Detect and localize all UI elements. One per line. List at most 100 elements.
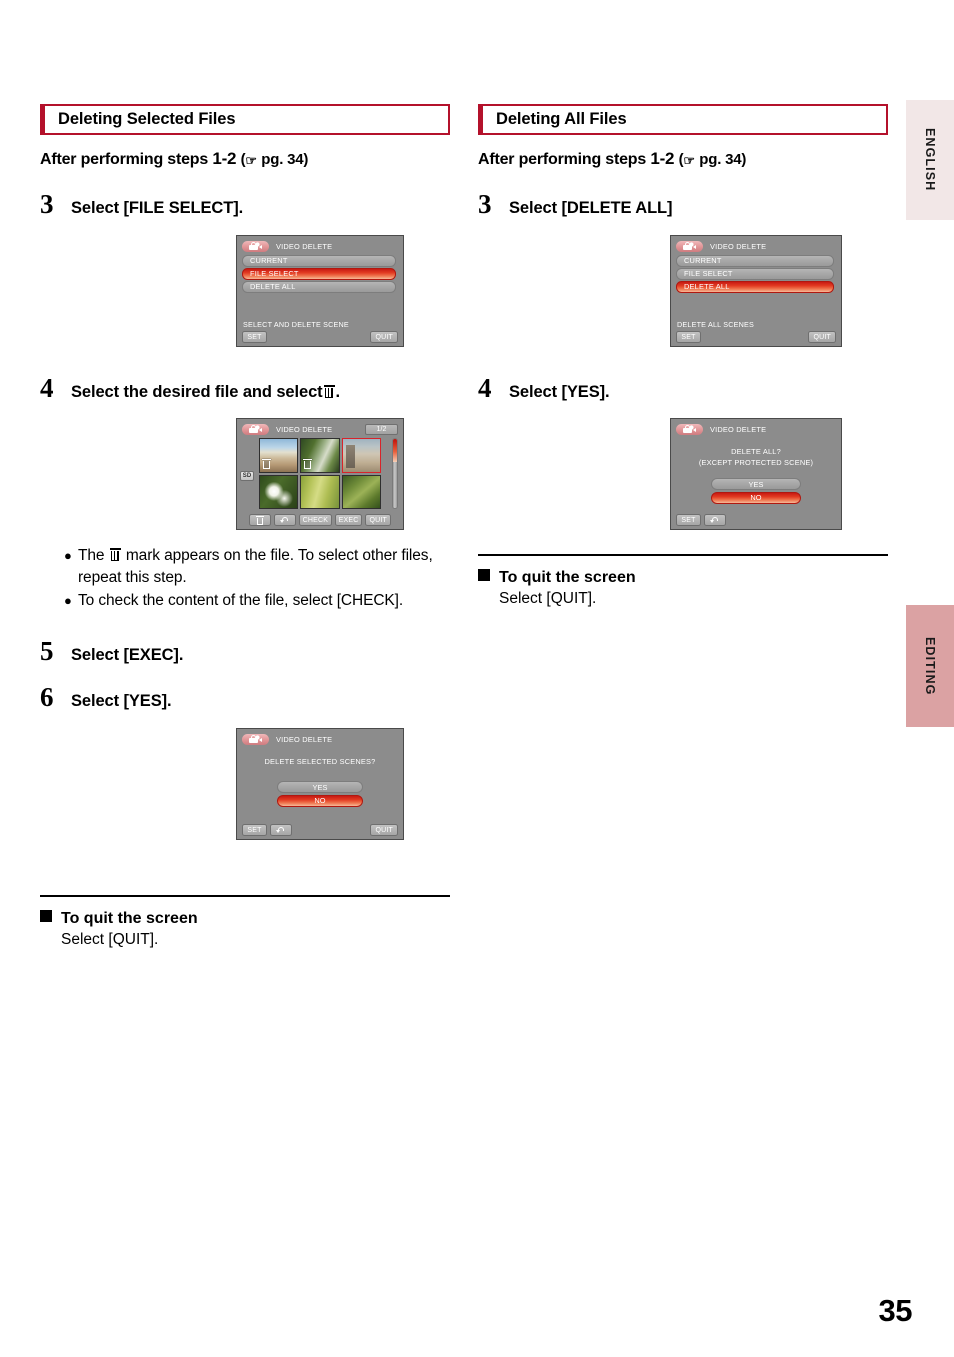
camcorder-icon bbox=[242, 734, 269, 745]
step-instruction-suffix: . bbox=[335, 383, 341, 401]
set-button[interactable]: SET bbox=[242, 331, 267, 343]
button-label: QUIT bbox=[369, 516, 387, 524]
menu-item-current[interactable]: CURRENT bbox=[676, 255, 834, 267]
set-button[interactable]: SET bbox=[676, 514, 701, 526]
step-instruction: Select the desired file and select. bbox=[71, 383, 340, 402]
menu-item-file-select[interactable]: FILE SELECT bbox=[242, 268, 396, 280]
note-item: ● The mark appears on the file. To selec… bbox=[64, 545, 450, 589]
menu-item-label: CURRENT bbox=[684, 256, 722, 266]
menu-item-label: FILE SELECT bbox=[684, 269, 733, 279]
page-reference: pg. 34 bbox=[261, 151, 304, 168]
divider-rule bbox=[40, 895, 450, 897]
check-button[interactable]: CHECK bbox=[299, 514, 332, 526]
thumbnail-item[interactable] bbox=[259, 474, 299, 509]
step-number: 4 bbox=[478, 373, 492, 403]
side-tab-editing: EDITING bbox=[906, 605, 954, 727]
thumbnail-image-grass bbox=[301, 475, 339, 508]
step-4: 4 Select [YES]. bbox=[478, 375, 888, 402]
quit-button[interactable]: QUIT bbox=[370, 824, 398, 836]
exec-button[interactable]: EXEC bbox=[334, 514, 363, 526]
lcd-header: VIDEO DELETE bbox=[676, 424, 836, 435]
delete-button[interactable] bbox=[249, 514, 271, 526]
after-prefix: After performing steps bbox=[40, 151, 209, 168]
scrollbar-track bbox=[393, 462, 397, 508]
menu-item-current[interactable]: CURRENT bbox=[242, 255, 396, 267]
button-label: SET bbox=[681, 333, 696, 341]
step-instruction-text: Select the desired file and select bbox=[71, 383, 323, 401]
after-performing-steps-line: After performing steps 1-2 (☞ pg. 34) bbox=[478, 149, 888, 169]
quit-button[interactable]: QUIT bbox=[365, 514, 391, 526]
camcorder-icon bbox=[242, 424, 269, 435]
quit-heading: To quit the screen bbox=[40, 910, 450, 928]
button-label: SET bbox=[247, 333, 262, 341]
confirm-prompt-line-2: (EXCEPT PROTECTED SCENE) bbox=[698, 458, 814, 467]
lcd-menu-list: CURRENT FILE SELECT DELETE ALL bbox=[242, 255, 396, 294]
left-button-group: SET bbox=[242, 824, 292, 836]
step-6: 6 Select [YES]. bbox=[40, 684, 450, 711]
step-number: 3 bbox=[478, 189, 492, 219]
menu-item-delete-all[interactable]: DELETE ALL bbox=[676, 281, 834, 293]
set-button[interactable]: SET bbox=[676, 331, 701, 343]
manual-page: Deleting Selected Files After performing… bbox=[0, 0, 954, 1357]
lcd-caption: SELECT AND DELETE SCENE bbox=[243, 320, 349, 329]
after-performing-steps-line: After performing steps 1-2 (☞ pg. 34) bbox=[40, 149, 450, 169]
thumbnail-item[interactable] bbox=[259, 438, 299, 473]
trash-icon bbox=[109, 548, 121, 561]
back-button[interactable] bbox=[274, 514, 296, 526]
step-instruction: Select [EXEC]. bbox=[71, 646, 184, 664]
button-label: EXEC bbox=[338, 516, 359, 524]
lcd-caption: DELETE ALL SCENES bbox=[677, 320, 755, 329]
back-button[interactable] bbox=[704, 514, 726, 526]
pointing-hand-icon: ☞ bbox=[245, 153, 258, 168]
quit-button[interactable]: QUIT bbox=[370, 331, 398, 343]
lcd-screen-confirm-delete-selected: VIDEO DELETE DELETE SELECTED SCENES? YES… bbox=[236, 728, 404, 840]
option-label: YES bbox=[748, 479, 764, 489]
yes-option[interactable]: YES bbox=[277, 781, 363, 793]
camcorder-icon bbox=[242, 241, 269, 252]
menu-item-label: DELETE ALL bbox=[684, 282, 730, 292]
section-header-deleting-all-files: Deleting All Files bbox=[478, 104, 888, 135]
confirm-prompt: DELETE SELECTED SCENES? bbox=[264, 757, 376, 766]
close-paren: ) bbox=[741, 151, 747, 168]
lcd-header: VIDEO DELETE bbox=[676, 241, 836, 252]
trash-icon bbox=[323, 385, 335, 398]
lcd-screen-video-delete-menu: VIDEO DELETE CURRENT FILE SELECT DELETE … bbox=[670, 235, 842, 347]
thumbnail-image-flower bbox=[260, 475, 298, 508]
button-label: SET bbox=[681, 516, 696, 524]
lcd-title: VIDEO DELETE bbox=[276, 425, 333, 434]
lcd-header: VIDEO DELETE bbox=[242, 734, 398, 745]
scrollbar[interactable] bbox=[392, 438, 398, 509]
option-label: NO bbox=[750, 493, 762, 502]
scrollbar-thumb[interactable] bbox=[393, 439, 397, 463]
thumbnail-item[interactable] bbox=[300, 474, 340, 509]
quit-button[interactable]: QUIT bbox=[808, 331, 836, 343]
button-label: QUIT bbox=[813, 333, 831, 341]
yes-option[interactable]: YES bbox=[711, 478, 801, 490]
page-reference: pg. 34 bbox=[699, 151, 742, 168]
lcd-button-bar: SET bbox=[676, 514, 836, 526]
thumbnail-item[interactable] bbox=[300, 438, 340, 473]
lcd-button-bar: CHECK EXEC QUIT bbox=[249, 514, 391, 526]
trash-mark-icon bbox=[303, 458, 313, 470]
thumbnail-grid bbox=[259, 438, 381, 509]
step-instruction: Select [DELETE ALL] bbox=[509, 199, 673, 217]
back-arrow-icon bbox=[280, 516, 290, 525]
after-prefix: After performing steps bbox=[478, 151, 647, 168]
sd-card-badge: SD bbox=[240, 471, 254, 481]
step-number: 3 bbox=[40, 189, 54, 219]
back-button[interactable] bbox=[270, 824, 292, 836]
menu-item-delete-all[interactable]: DELETE ALL bbox=[242, 281, 396, 293]
menu-item-file-select[interactable]: FILE SELECT bbox=[676, 268, 834, 280]
step-instruction: Select [YES]. bbox=[71, 692, 172, 710]
thumbnail-image-building bbox=[342, 439, 380, 472]
lcd-button-bar: SET QUIT bbox=[242, 331, 398, 343]
thumbnail-item[interactable] bbox=[341, 474, 381, 509]
left-column: Deleting Selected Files After performing… bbox=[40, 104, 450, 949]
thumbnail-item-selected[interactable] bbox=[341, 438, 381, 473]
section-title: Deleting Selected Files bbox=[58, 110, 236, 128]
set-button[interactable]: SET bbox=[242, 824, 267, 836]
no-option[interactable]: NO bbox=[711, 491, 801, 504]
step-number: 5 bbox=[40, 636, 54, 666]
thumbnail-image-leaves bbox=[342, 475, 380, 508]
no-option[interactable]: NO bbox=[277, 794, 363, 807]
